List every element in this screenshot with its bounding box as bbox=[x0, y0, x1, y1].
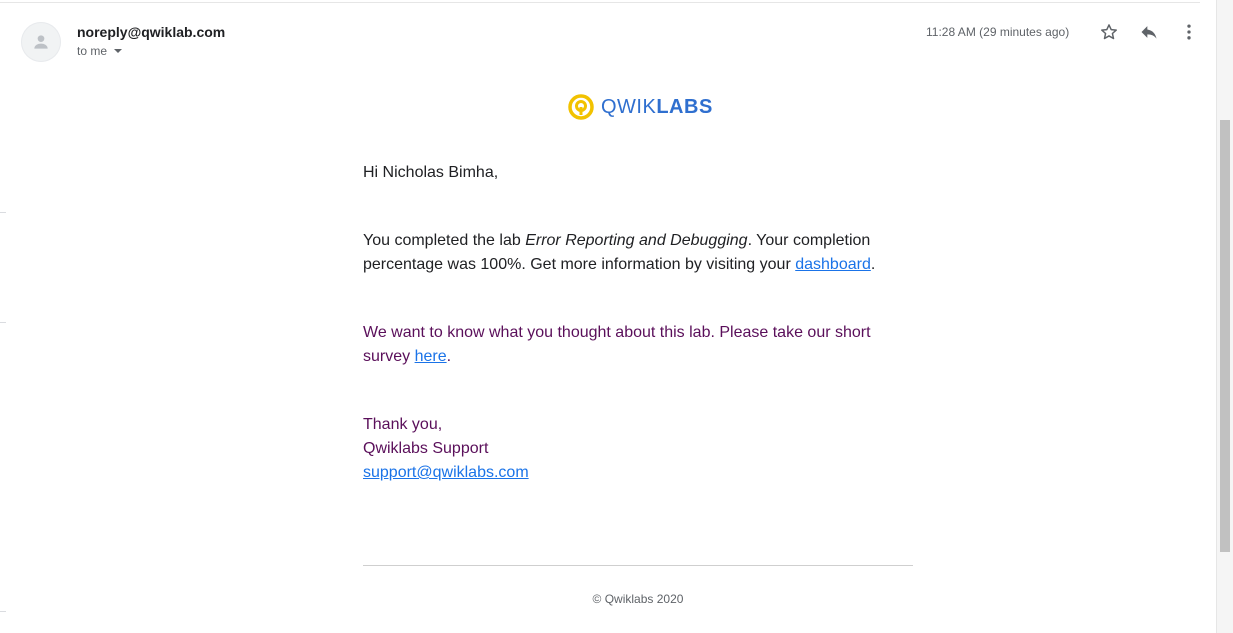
sender-avatar[interactable] bbox=[21, 22, 61, 62]
para2-text: . bbox=[446, 348, 452, 365]
signature: Thank you, Qwiklabs Support support@qwik… bbox=[363, 413, 913, 485]
more-options-button[interactable] bbox=[1177, 20, 1201, 44]
signature-thanks: Thank you, bbox=[363, 416, 443, 433]
recipient-label: to me bbox=[77, 44, 108, 58]
survey-paragraph: We want to know what you thought about t… bbox=[363, 321, 913, 369]
star-icon bbox=[1101, 24, 1117, 40]
scrollbar-thumb[interactable] bbox=[1220, 120, 1230, 552]
reply-icon bbox=[1141, 26, 1157, 39]
left-divider-tick bbox=[0, 322, 6, 323]
lab-name: Error Reporting and Debugging bbox=[525, 232, 748, 249]
person-icon bbox=[34, 35, 48, 49]
message-timestamp: 11:28 AM (29 minutes ago) bbox=[926, 25, 1070, 39]
para1-text: You completed the lab bbox=[363, 232, 526, 249]
logo-wordmark: QWIKLABS bbox=[601, 96, 713, 119]
more-vert-icon bbox=[1187, 24, 1191, 40]
para1-text: . bbox=[870, 256, 876, 273]
signature-name: Qwiklabs Support bbox=[363, 440, 489, 457]
footer-copyright: © Qwiklabs 2020 bbox=[592, 592, 684, 606]
support-email-link[interactable]: support@qwiklabs.com bbox=[363, 464, 529, 481]
reply-button[interactable] bbox=[1137, 20, 1161, 44]
star-button[interactable] bbox=[1097, 20, 1121, 44]
footer-divider bbox=[363, 565, 913, 566]
dashboard-link[interactable]: dashboard bbox=[795, 256, 871, 273]
survey-link[interactable]: here bbox=[415, 348, 447, 365]
completion-paragraph: You completed the lab Error Reporting an… bbox=[363, 229, 913, 277]
recipient-dropdown-icon[interactable] bbox=[114, 49, 123, 53]
qwiklabs-logo: QWIKLABS bbox=[567, 93, 713, 121]
left-divider-tick bbox=[0, 212, 6, 213]
email-greeting: Hi Nicholas Bimha, bbox=[363, 164, 499, 181]
sender-email[interactable]: noreply@qwiklab.com bbox=[77, 24, 225, 40]
qwiklabs-logo-icon bbox=[568, 94, 594, 120]
left-divider-tick bbox=[0, 611, 6, 612]
logo-text-labs: LABS bbox=[656, 95, 713, 118]
recipient-line[interactable]: to me bbox=[77, 44, 123, 58]
logo-text-qwik: QWIK bbox=[601, 95, 657, 118]
top-border bbox=[0, 2, 1200, 3]
